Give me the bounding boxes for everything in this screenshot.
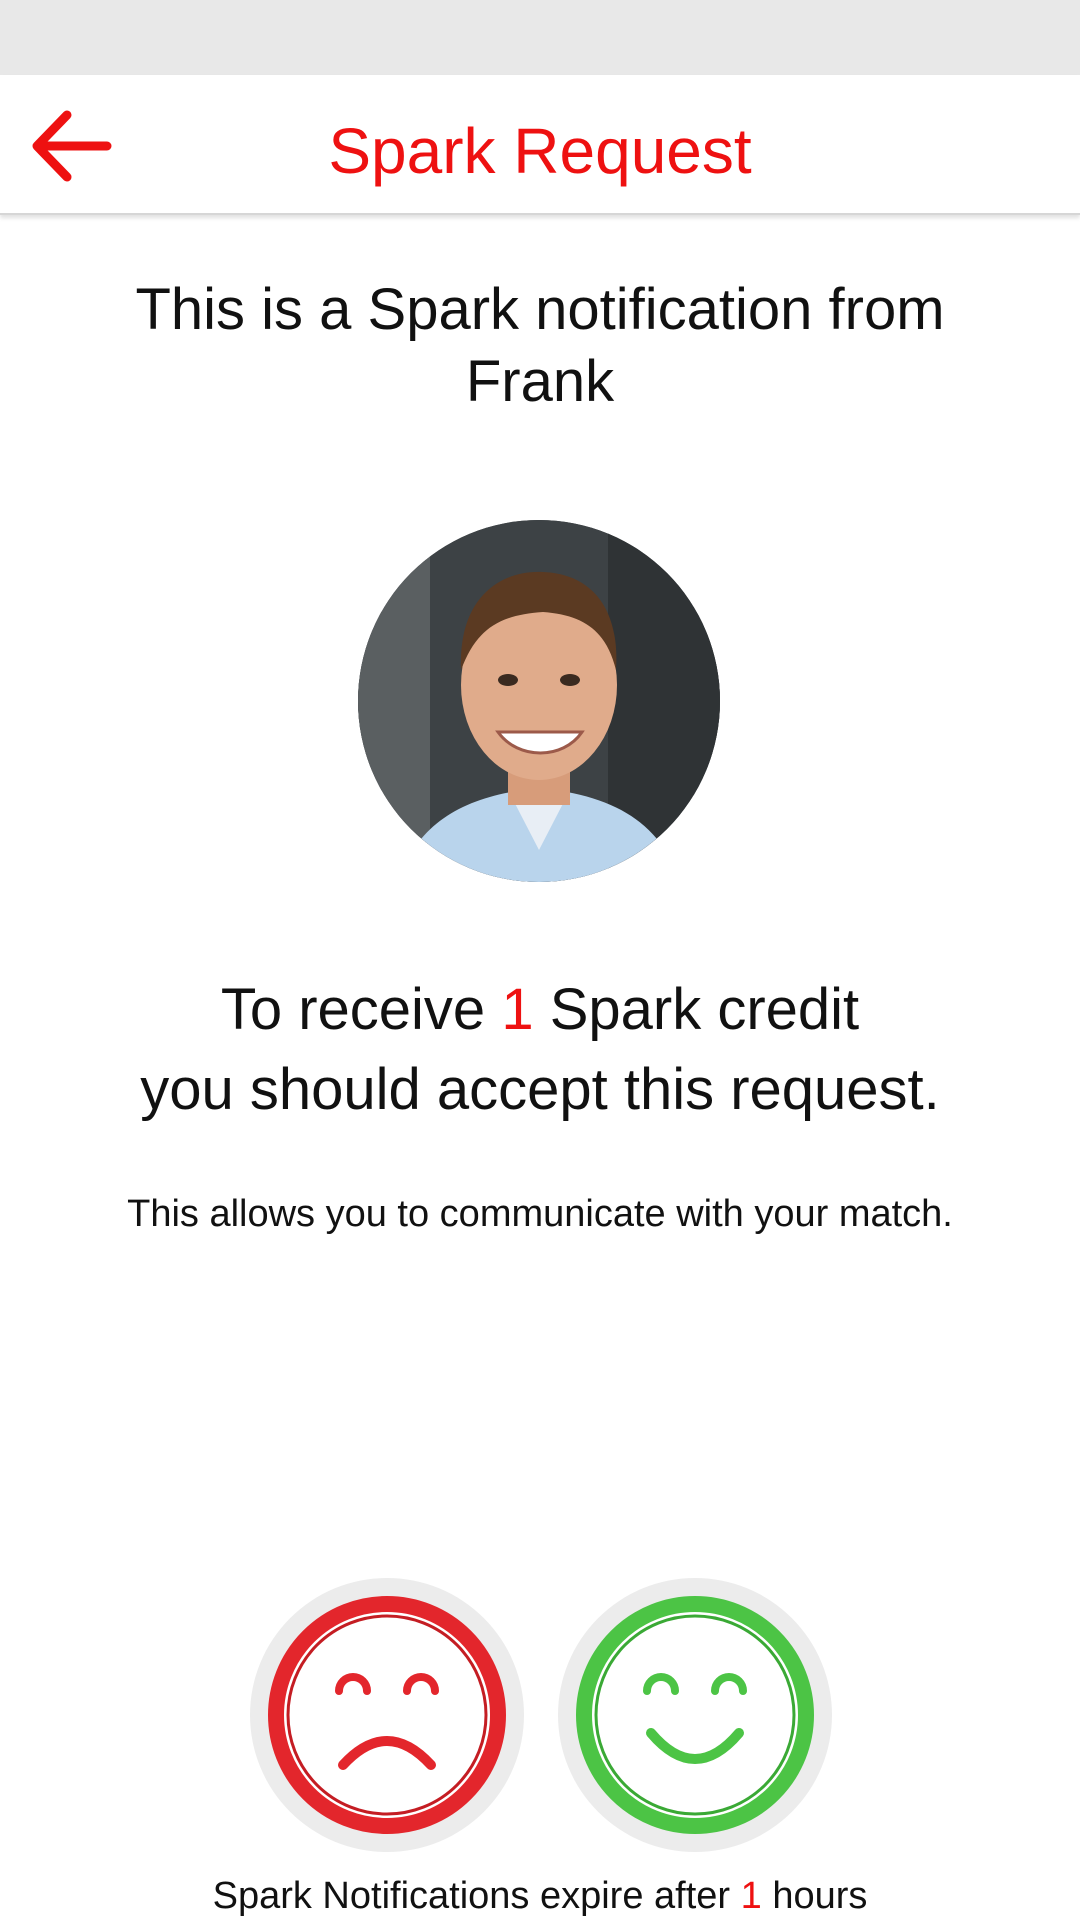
app-bar: Spark Request <box>0 75 1080 215</box>
expiry-hours: 1 <box>740 1875 762 1917</box>
accept-button[interactable] <box>558 1578 832 1852</box>
status-bar <box>0 0 1080 75</box>
sad-face-icon <box>268 1596 506 1834</box>
credit-line-2: you should accept this request. <box>140 1057 940 1122</box>
credit-prefix: To receive <box>220 977 502 1042</box>
notification-heading: This is a Spark notification from Frank <box>135 277 945 414</box>
happy-face-icon <box>576 1596 814 1834</box>
credit-line-1: To receive 1 Spark credit <box>40 970 1040 1050</box>
expiry-notice: Spark Notifications expire after 1 hours <box>40 1872 1040 1920</box>
credit-message: To receive 1 Spark credit you should acc… <box>40 970 1040 1130</box>
profile-photo <box>358 520 720 882</box>
credit-suffix: Spark credit <box>533 977 860 1042</box>
expiry-suffix: hours <box>761 1875 868 1917</box>
page-title: Spark Request <box>328 115 752 187</box>
credit-amount: 1 <box>501 977 534 1042</box>
decline-button[interactable] <box>250 1578 524 1852</box>
avatar <box>358 520 720 882</box>
info-text: This allows you to communicate with your… <box>127 1193 953 1235</box>
expiry-prefix: Spark Notifications expire after <box>212 1875 741 1917</box>
